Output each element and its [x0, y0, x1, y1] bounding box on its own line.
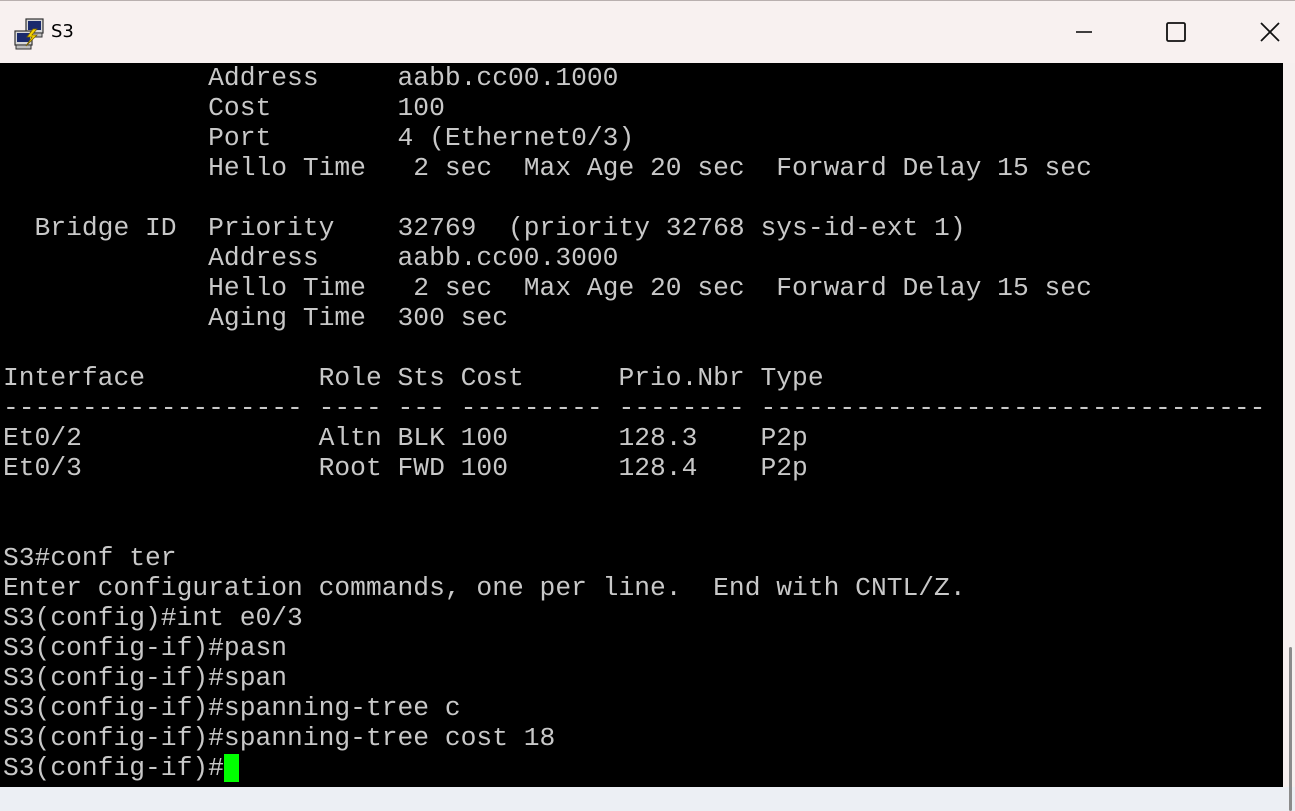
terminal-line: S3(config-if)#pasn — [3, 633, 288, 663]
terminal-line: Port 4 (Ethernet0/3) — [3, 123, 635, 153]
vertical-scrollbar[interactable] — [1283, 63, 1295, 811]
terminal-prompt-line: S3(config-if)# — [3, 753, 239, 783]
terminal-line: Address aabb.cc00.1000 — [3, 63, 619, 93]
terminal-line: Et0/2 Altn BLK 100 128.3 P2p — [3, 423, 808, 453]
minimize-icon — [1076, 31, 1092, 33]
putty-window: S3 Address aabb.cc00.1000 Cost 100 Port … — [0, 0, 1295, 811]
terminal-line: S3(config-if)#spanning-tree cost 18 — [3, 723, 556, 753]
close-button[interactable] — [1247, 7, 1293, 57]
window-title: S3 — [51, 21, 74, 42]
terminal-line: Address aabb.cc00.3000 — [3, 243, 619, 273]
terminal-line: Hello Time 2 sec Max Age 20 sec Forward … — [3, 273, 1092, 303]
terminal-line: Et0/3 Root FWD 100 128.4 P2p — [3, 453, 808, 483]
terminal-line: S3#conf ter — [3, 543, 177, 573]
terminal-line: S3(config)#int e0/3 — [3, 603, 303, 633]
terminal-line: Hello Time 2 sec Max Age 20 sec Forward … — [3, 153, 1092, 183]
putty-icon[interactable] — [13, 17, 47, 51]
maximize-icon — [1166, 22, 1186, 42]
terminal-cursor — [223, 754, 239, 782]
terminal-line: Aging Time 300 sec — [3, 303, 508, 333]
terminal-line: S3(config-if)#spanning-tree c — [3, 693, 461, 723]
terminal-line: Interface Role Sts Cost Prio.Nbr Type — [3, 363, 824, 393]
minimize-button[interactable] — [1061, 7, 1107, 57]
terminal-line: Enter configuration commands, one per li… — [3, 573, 966, 603]
terminal-line: ------------------- ---- --- --------- -… — [3, 393, 1266, 423]
scrollbar-thumb[interactable] — [1289, 647, 1292, 811]
terminal-line: Bridge ID Priority 32769 (priority 32768… — [3, 213, 966, 243]
maximize-button[interactable] — [1153, 7, 1199, 57]
terminal-prompt: S3(config-if)# — [3, 753, 224, 783]
terminal-screen[interactable]: Address aabb.cc00.1000 Cost 100 Port 4 (… — [0, 63, 1283, 787]
terminal-line: S3(config-if)#span — [3, 663, 288, 693]
terminal-line: Cost 100 — [3, 93, 445, 123]
close-icon — [1260, 22, 1280, 42]
title-bar[interactable]: S3 — [0, 1, 1295, 63]
